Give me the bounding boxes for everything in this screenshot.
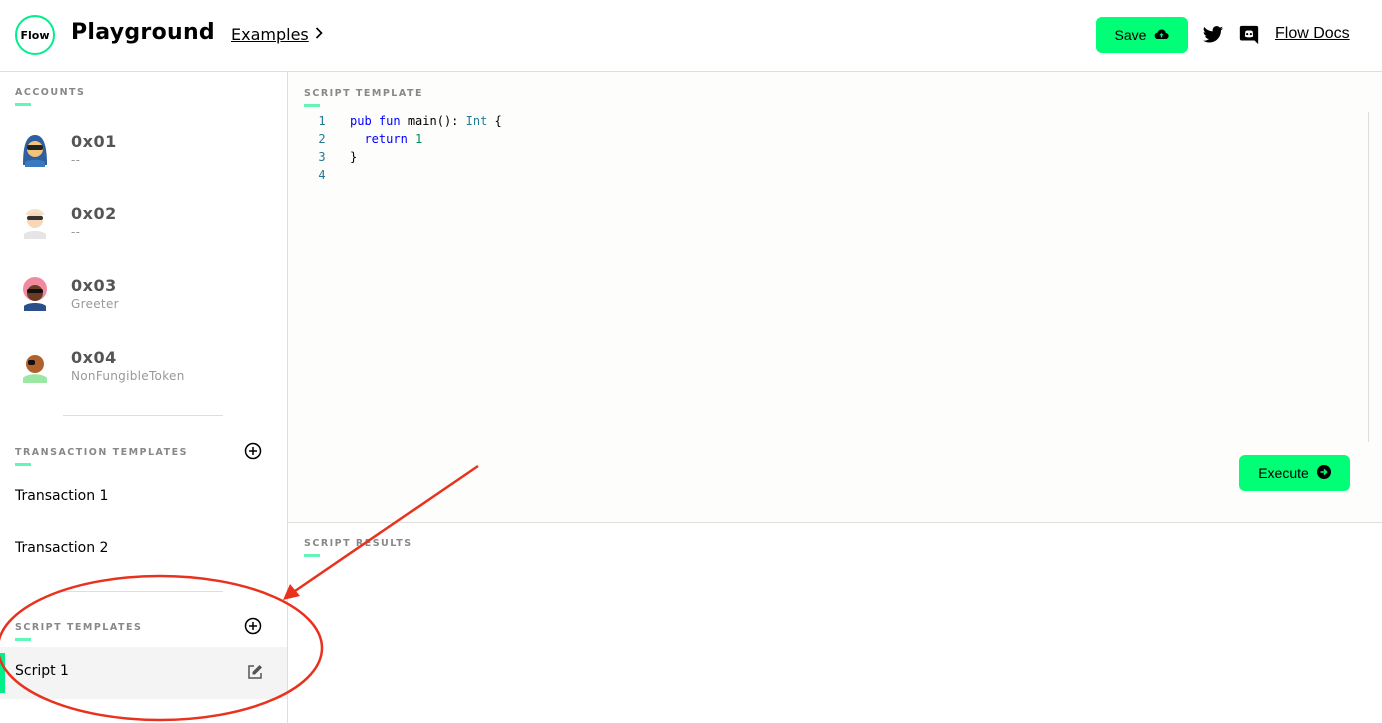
transaction-item-2[interactable]: Transaction 2 <box>15 540 108 556</box>
account-contract: -- <box>71 152 81 167</box>
accounts-heading: ACCOUNTS <box>15 87 85 106</box>
script-item-1[interactable]: Script 1 <box>0 647 287 699</box>
execute-label: Execute <box>1258 465 1309 481</box>
avatar <box>23 277 47 311</box>
header: Flow Playground Examples Save Flow Docs <box>0 0 1382 72</box>
script-item-label: Script 1 <box>15 663 69 679</box>
examples-label: Examples <box>231 25 309 44</box>
flow-logo-icon[interactable]: Flow <box>15 15 55 55</box>
script-editor-panel: SCRIPT TEMPLATE 1 pub fun main(): Int { 2… <box>288 72 1382 523</box>
account-item-0x02[interactable]: 0x02 -- <box>15 191 275 251</box>
add-transaction-icon[interactable] <box>244 442 262 460</box>
account-item-0x01[interactable]: 0x01 -- <box>15 119 275 179</box>
editor-scrollbar[interactable] <box>1368 112 1369 442</box>
account-address: 0x04 <box>71 347 117 367</box>
discord-icon[interactable] <box>1238 24 1260 46</box>
line-number: 1 <box>318 114 326 128</box>
account-contract: NonFungibleToken <box>71 368 185 383</box>
script-templates-heading: SCRIPT TEMPLATES <box>15 622 142 641</box>
divider <box>63 591 223 592</box>
execute-button[interactable]: Execute <box>1239 455 1350 491</box>
active-indicator <box>0 653 5 693</box>
save-label: Save <box>1114 27 1147 43</box>
transaction-item-1[interactable]: Transaction 1 <box>15 488 108 504</box>
code-editor[interactable]: 1 pub fun main(): Int { 2 return 1 3} 4 <box>304 112 501 184</box>
edit-icon[interactable] <box>246 663 264 681</box>
transaction-templates-heading: TRANSACTION TEMPLATES <box>15 447 188 466</box>
account-address: 0x01 <box>71 131 117 151</box>
script-template-heading: SCRIPT TEMPLATE <box>304 88 423 107</box>
avatar <box>23 135 47 167</box>
account-contract: Greeter <box>71 296 119 311</box>
avatar <box>23 355 47 383</box>
avatar <box>24 209 46 239</box>
app-title: Playground <box>71 20 215 45</box>
chevron-right-icon <box>315 26 323 43</box>
twitter-icon[interactable] <box>1202 24 1224 46</box>
script-results-panel: SCRIPT RESULTS <box>288 523 1382 723</box>
arrow-right-circle-icon <box>1316 464 1331 482</box>
account-item-0x03[interactable]: 0x03 Greeter <box>15 263 275 323</box>
flow-docs-link[interactable]: Flow Docs <box>1275 25 1350 43</box>
cloud-upload-icon <box>1154 27 1170 43</box>
account-address: 0x02 <box>71 203 117 223</box>
line-number: 2 <box>318 132 326 146</box>
line-number: 3 <box>318 150 326 164</box>
account-item-0x04[interactable]: 0x04 NonFungibleToken <box>15 335 275 395</box>
save-button[interactable]: Save <box>1096 17 1188 53</box>
examples-link[interactable]: Examples <box>231 25 323 44</box>
script-results-heading: SCRIPT RESULTS <box>304 538 413 557</box>
add-script-icon[interactable] <box>244 617 262 635</box>
account-address: 0x03 <box>71 275 117 295</box>
divider <box>63 415 223 416</box>
sidebar: ACCOUNTS 0x01 -- 0x02 -- 0x03 Greeter 0x… <box>0 72 288 723</box>
account-contract: -- <box>71 224 81 239</box>
line-number: 4 <box>318 168 326 182</box>
